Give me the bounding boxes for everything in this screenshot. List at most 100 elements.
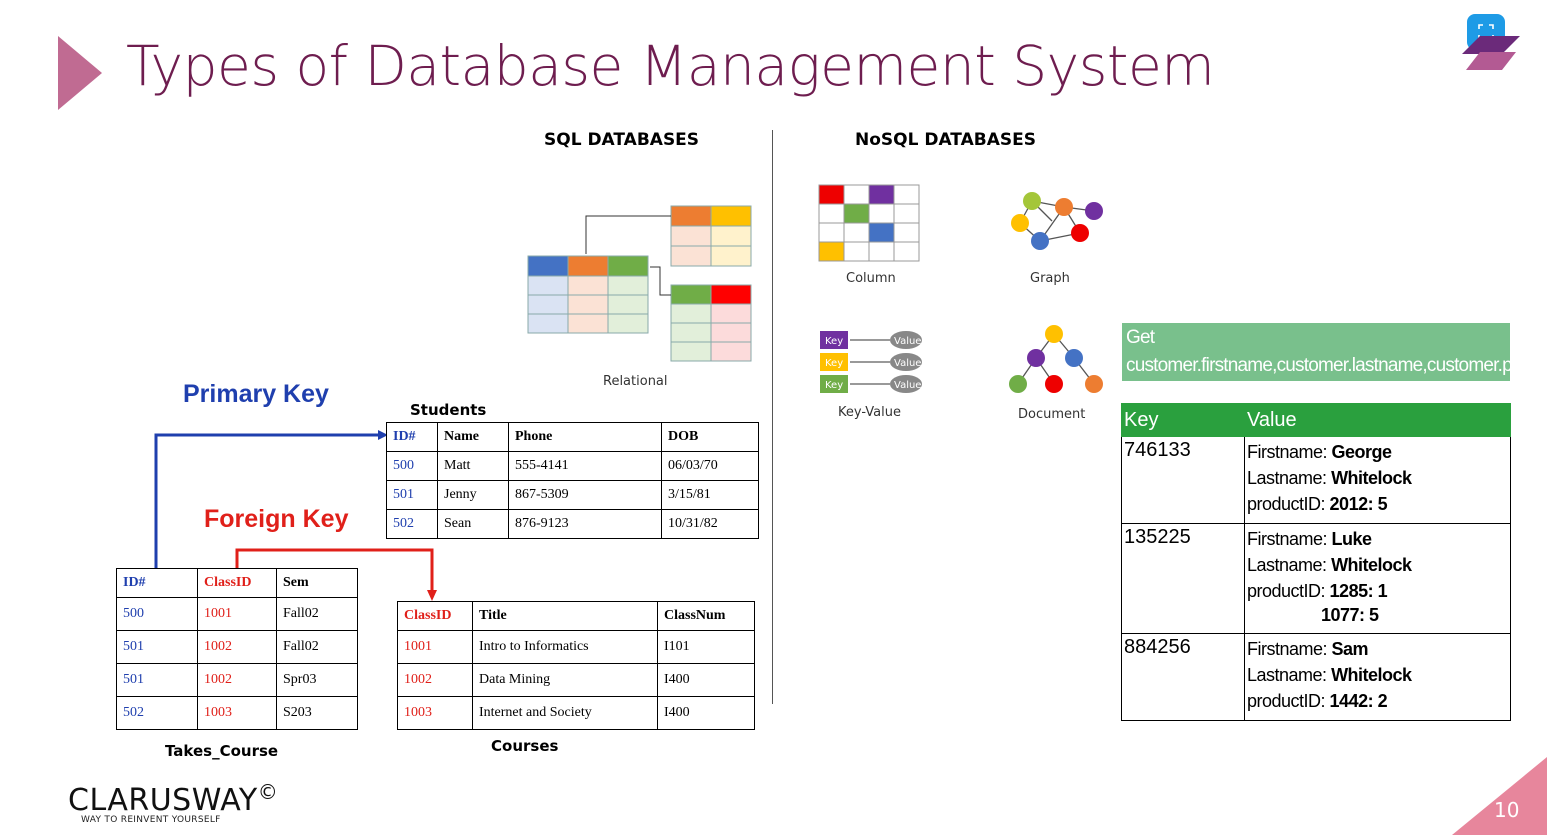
table-header: ID# [386,422,438,452]
svg-text:Value: Value [894,336,921,347]
table-cell: 555-4141 [508,451,662,481]
table-cell: 500 [386,451,438,481]
table-header: Phone [508,422,662,452]
table-header-row: ClassID Title ClassNum [397,601,755,631]
graph-diagram [1011,192,1103,250]
table-cell: Internet and Society [472,696,658,730]
kv-productid-extra: 1077: 5 [1321,605,1379,625]
table-cell: 1003 [197,696,277,730]
table-cell: 3/15/81 [661,480,759,510]
query-box: Get customer.firstname,customer.lastname… [1122,323,1510,381]
brand-tagline: WAY TO REINVENT YOURSELF [81,815,221,825]
graph-label: Graph [1030,271,1070,286]
table-cell: Jenny [437,480,509,510]
table-cell: 501 [386,480,438,510]
kv-lastname: Lastname: Whitelock [1247,665,1412,685]
svg-text:Value: Value [894,380,921,391]
courses-table: ClassID Title ClassNum 1001 Intro to Info… [397,601,755,730]
kv-lastname: Lastname: Whitelock [1247,555,1412,575]
kv-firstname: Firstname: Luke [1247,529,1372,549]
table-header: ClassNum [657,601,755,631]
table-cell: 10/31/82 [661,509,759,539]
takes-course-table-name: Takes_Course [165,742,279,760]
kv-productid: productID: 1285: 1 [1247,581,1388,601]
table-cell: Sean [437,509,509,539]
kv-firstname: Firstname: Sam [1247,639,1369,659]
table-cell: 501 [116,630,198,664]
table-row: 500 1001 Fall02 [116,597,358,631]
table-cell: 502 [386,509,438,539]
takes-course-table: ID# ClassID Sem 500 1001 Fall02 501 1002 Fal… [116,568,358,730]
kv-lastname: Lastname: Whitelock [1247,468,1412,488]
table-cell: I101 [657,630,755,664]
document-diagram [1009,325,1103,393]
table-cell: I400 [657,696,755,730]
table-cell: 746133 [1121,436,1245,524]
table-cell: Firstname: George Lastname: Whitelock pr… [1244,436,1511,524]
table-cell: 1001 [197,597,277,631]
table-row: 500 Matt 555-4141 06/03/70 [386,451,759,481]
column-diagram [818,184,920,262]
kv-productid: productID: 2012: 5 [1247,494,1388,514]
table-cell: Spr03 [276,663,358,697]
table-cell: Matt [437,451,509,481]
table-cell: Fall02 [276,597,358,631]
kv-firstname: Firstname: George [1247,442,1392,462]
table-row: 746133 Firstname: George Lastname: White… [1121,436,1511,524]
key-value-table: Key Value 746133 Firstname: George Lastn… [1121,403,1511,721]
kv-productid: productID: 1442: 2 [1247,691,1388,711]
table-cell: 876-9123 [508,509,662,539]
table-header: Value [1244,403,1511,437]
svg-text:Key: Key [825,380,843,391]
svg-text:Value: Value [894,358,921,369]
table-header-row: ID# ClassID Sem [116,568,358,598]
key-value-label: Key-Value [838,405,901,420]
table-cell: 1003 [397,696,473,730]
table-cell: 1001 [397,630,473,664]
table-cell: 867-5309 [508,480,662,510]
table-row: 884256 Firstname: Sam Lastname: Whiteloc… [1121,633,1511,721]
courses-table-name: Courses [491,737,559,755]
table-row: 1001 Intro to Informatics I101 [397,630,755,664]
table-cell: 06/03/70 [661,451,759,481]
students-table-name: Students [410,401,487,419]
table-header: Key [1121,403,1245,437]
table-cell: 1002 [397,663,473,697]
table-cell: 501 [116,663,198,697]
table-cell: S203 [276,696,358,730]
brand-logo: CLARUSWAY© [68,780,279,818]
table-cell: 500 [116,597,198,631]
svg-text:Key: Key [825,358,843,369]
table-header: ClassID [397,601,473,631]
table-cell: Intro to Informatics [472,630,658,664]
page-number: 10 [1494,798,1520,822]
table-cell: Data Mining [472,663,658,697]
table-header: Name [437,422,509,452]
key-value-diagram: Value Value Value Key Key Key [820,331,922,393]
table-cell: 884256 [1121,633,1245,721]
svg-text:Key: Key [825,336,843,347]
column-label: Column [846,271,896,286]
table-cell: Firstname: Luke Lastname: Whitelock prod… [1244,523,1511,634]
table-header: DOB [661,422,759,452]
table-cell: 1002 [197,630,277,664]
table-row: 501 1002 Fall02 [116,630,358,664]
nosql-heading: NoSQL DATABASES [855,130,1036,150]
table-header: Sem [276,568,358,598]
table-cell: 135225 [1121,523,1245,634]
page-corner [1452,757,1547,835]
table-row: 502 Sean 876-9123 10/31/82 [386,509,759,539]
table-cell: I400 [657,663,755,697]
table-cell: 1002 [197,663,277,697]
table-row: 135225 Firstname: Luke Lastname: Whitelo… [1121,523,1511,634]
students-table: ID# Name Phone DOB 500 Matt 555-4141 06/03/… [386,422,759,539]
table-row: 1002 Data Mining I400 [397,663,755,697]
table-row: 501 1002 Spr03 [116,663,358,697]
table-header-row: ID# Name Phone DOB [386,422,759,452]
table-header: ID# [116,568,198,598]
document-label: Document [1018,407,1086,422]
table-header-row: Key Value [1121,403,1511,437]
table-cell: Fall02 [276,630,358,664]
table-row: 502 1003 S203 [116,696,358,730]
table-cell: 502 [116,696,198,730]
